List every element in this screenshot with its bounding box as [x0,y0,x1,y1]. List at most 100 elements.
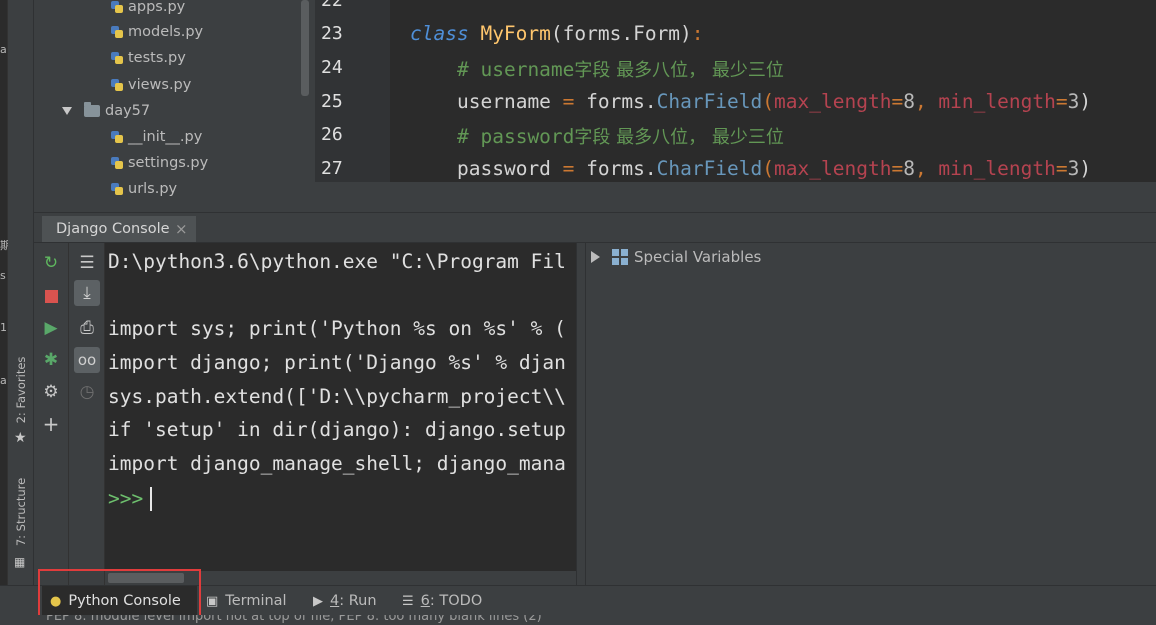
history-icon[interactable]: ◷ [74,379,100,405]
code-line-23: class MyForm(forms.Form): [410,22,704,45]
print-icon[interactable]: ⎙ [74,315,100,341]
editor-console-separator[interactable] [315,182,1156,212]
python-file-icon [110,25,124,39]
todo-tab-number: 6 [420,593,430,609]
tree-scrollbar[interactable] [301,0,309,96]
folder-icon [84,102,100,117]
star-icon: ★ [14,430,27,446]
code-op: = [891,90,904,113]
favorites-tab[interactable]: 2: Favorites [11,350,31,430]
code-var: username [457,90,551,113]
code-paren: ( [762,157,775,180]
python-file-icon [110,156,124,170]
code-line-25: username = forms.CharField(max_length=8,… [457,90,1091,113]
django-console-tab[interactable]: Django Console × [42,216,196,242]
code-keyword: class [410,22,469,45]
line-number: 22 [321,0,343,11]
console-tab-bar: Django Console × [34,212,1156,243]
tree-item[interactable]: tests.py [110,45,186,71]
left-edge-strip: a 期 s 1 a [0,0,11,625]
variables-pane: Special Variables [586,243,1156,585]
scroll-to-end-icon[interactable]: ☰ [74,250,100,276]
edge-char: a [0,43,7,56]
editor-gutter: 22 23 24 25 26 27 [315,0,390,182]
code-comma: , [914,90,939,113]
tree-item-label: settings.py [128,155,209,171]
console-splitter[interactable] [576,243,586,585]
python-file-icon [110,51,124,65]
todo-tab[interactable]: ☰ 6: TODO [402,586,482,616]
tree-item[interactable]: __init__.py [110,124,202,150]
special-variables-node[interactable]: Special Variables [591,248,761,266]
code-line-27: password = forms.CharField(max_length=8,… [457,157,1091,180]
code-text: forms. [586,90,657,113]
line-number: 26 [321,124,343,145]
tree-item-label: apps.py [128,0,186,15]
comment-word: username [480,58,575,81]
console-line: import django; print('Django %s' % djan [108,351,566,374]
settings-gear-icon[interactable]: ⚙ [38,379,64,405]
python-file-icon [110,130,124,144]
tree-item-label: urls.py [128,181,178,197]
code-line-26: # password字段 最多八位， 最少三位 [457,123,784,149]
code-number: 3 [1067,157,1080,180]
tree-item[interactable]: settings.py [110,150,208,176]
close-icon[interactable]: × [175,220,188,238]
soft-wrap-icon[interactable]: ⤓ [74,280,100,306]
structure-tab[interactable]: 7: Structure [11,472,31,552]
rerun-icon[interactable]: ↻ [38,250,64,276]
console-tab-title: Django Console [56,221,170,237]
code-op: = [891,157,904,180]
tree-item-label: tests.py [128,50,186,66]
variables-grid-icon [612,249,628,265]
edge-char: 1 [0,321,7,334]
console-output[interactable]: D:\python3.6\python.exe "C:\Program Fil … [105,243,576,585]
code-op: = [550,157,587,180]
code-paren: ) [1079,157,1092,180]
debug-icon[interactable]: ✱ [38,347,64,373]
favorites-tab-label: 2: Favorites [14,356,28,424]
run-icon[interactable]: ▶ [38,315,64,341]
code-op: = [1055,90,1068,113]
terminal-label: Terminal [225,593,287,609]
tree-item[interactable]: models.py [110,19,203,45]
tree-item[interactable]: views.py [110,72,191,98]
code-text: (forms.Form) [550,22,692,45]
special-variables-label: Special Variables [634,248,762,266]
chevron-right-icon[interactable] [591,251,600,263]
code-editor[interactable]: class MyForm(forms.Form): # username字段 最… [390,0,1156,182]
add-icon[interactable]: + [38,411,64,437]
console-line: D:\python3.6\python.exe "C:\Program Fil [108,250,566,273]
tree-item[interactable]: urls.py [110,176,177,202]
tree-item-label: models.py [128,24,204,40]
tree-folder-day57[interactable]: day57 [62,98,150,124]
console-line: import django_manage_shell; django_mana [108,452,566,475]
chevron-down-icon[interactable] [62,107,72,115]
run-tab[interactable]: ▶ 4: Run [313,586,377,616]
code-paren: ( [762,90,775,113]
console-line: if 'setup' in dir(django): django.setup [108,418,566,441]
code-ref: CharField [656,90,763,113]
code-number: 8 [903,157,915,180]
todo-tab-label: : TODO [429,593,483,609]
todo-list-icon: ☰ [402,593,414,609]
code-op: = [550,90,587,113]
stop-button[interactable] [38,283,64,309]
code-class-name: MyForm [480,22,551,45]
edge-char: s [0,269,6,282]
comment-hash: # [457,125,481,148]
left-tool-strip: 2: Favorites ★ 7: Structure ▦ [8,0,34,590]
comment-text: 字段 最多八位， 最少三位 [574,127,784,148]
python-file-icon [110,0,124,14]
code-param: min_length [938,90,1056,113]
status-message: PEP 8: module level import not at top of… [46,615,542,624]
code-comma: , [914,157,939,180]
line-number: 24 [321,57,343,78]
tree-item[interactable]: apps.py [110,0,185,20]
console-prompt: >>> [108,487,144,510]
terminal-tab[interactable]: ▣ Terminal [206,586,287,616]
code-param: min_length [938,157,1056,180]
show-variables-icon[interactable]: oo [74,347,100,373]
code-line-24: # username字段 最多八位， 最少三位 [457,56,784,82]
terminal-icon: ▣ [206,593,219,609]
